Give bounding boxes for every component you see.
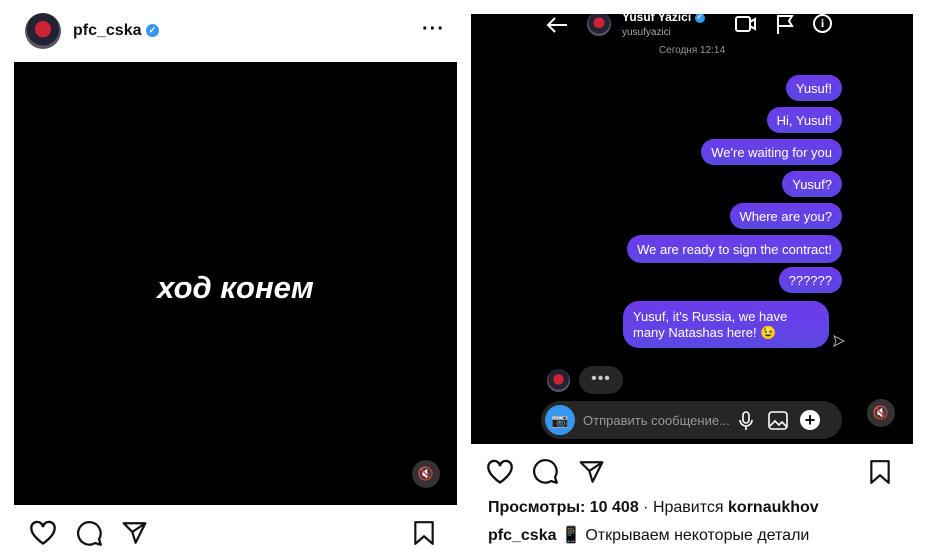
mute-button[interactable]: 🔇: [867, 399, 895, 427]
heart-icon[interactable]: [29, 520, 57, 546]
message-bubble[interactable]: Yusuf!: [785, 75, 842, 101]
gallery-icon[interactable]: [768, 411, 788, 430]
share-icon[interactable]: [121, 520, 148, 546]
message-bubble[interactable]: Yusuf, it's Russia, we have many Natasha…: [623, 301, 829, 348]
comment-icon[interactable]: [532, 458, 559, 485]
post-stats: Просмотры: 10 408 · Нравится kornaukhov: [488, 499, 819, 517]
contact-avatar[interactable]: [587, 14, 611, 36]
post-media[interactable]: ход конем 🔇: [14, 62, 457, 505]
video-call-icon[interactable]: [735, 15, 757, 33]
message-input-bar[interactable]: 📷 Отправить сообщение... +: [541, 401, 842, 439]
message-bubble[interactable]: ??????: [778, 267, 842, 293]
add-icon[interactable]: +: [800, 410, 820, 430]
message-bubble[interactable]: Where are you?: [729, 203, 842, 229]
comment-icon[interactable]: [76, 520, 103, 547]
verified-icon: ✓: [694, 14, 705, 23]
dm-screenshot[interactable]: Yusuf Yazıcı ✓ yusufyazici i Сегодня 12:…: [471, 14, 913, 444]
timestamp: Сегодня 12:14: [658, 45, 726, 56]
more-horizontal-icon[interactable]: ···: [422, 18, 445, 41]
username[interactable]: pfc_cska: [73, 22, 142, 39]
contact-name-text: Yusuf Yazıcı: [622, 14, 692, 24]
message-bubble[interactable]: Yusuf?: [782, 171, 842, 197]
avatar[interactable]: [25, 13, 61, 49]
message-input[interactable]: Отправить сообщение...: [583, 413, 730, 428]
back-arrow-icon[interactable]: [546, 16, 568, 34]
typing-indicator: •••: [579, 366, 623, 394]
info-icon[interactable]: i: [813, 14, 832, 33]
sent-icon: [833, 335, 845, 347]
verified-icon: ✓: [145, 24, 159, 38]
liked-by-user[interactable]: kornaukhov: [728, 499, 819, 516]
phone-emoji: 📱: [560, 527, 581, 544]
caption-username[interactable]: pfc_cska: [488, 527, 557, 544]
share-icon[interactable]: [578, 459, 605, 485]
views-count: Просмотры: 10 408: [488, 499, 639, 516]
typing-avatar: [547, 369, 570, 392]
message-bubble[interactable]: We're waiting for you: [701, 139, 842, 165]
contact-username: yusufyazici: [622, 27, 671, 38]
post-header-user[interactable]: pfc_cska ✓: [73, 22, 159, 40]
bookmark-icon[interactable]: [869, 459, 891, 485]
contact-name[interactable]: Yusuf Yazıcı ✓: [622, 14, 705, 24]
image-text: ход конем: [157, 270, 314, 305]
microphone-icon[interactable]: [739, 411, 753, 431]
caption: pfc_cska 📱 Открываем некоторые детали: [488, 525, 809, 545]
bookmark-icon[interactable]: [413, 520, 435, 546]
mute-button[interactable]: 🔇: [412, 460, 440, 488]
flag-icon[interactable]: [776, 14, 794, 34]
separator: ·: [643, 499, 649, 516]
message-bubble[interactable]: Hi, Yusuf!: [766, 107, 842, 133]
caption-text: Открываем некоторые детали: [585, 527, 810, 544]
liked-prefix: Нравится: [652, 499, 724, 516]
message-bubble[interactable]: We are ready to sign the contract!: [627, 235, 842, 263]
heart-icon[interactable]: [486, 459, 514, 485]
camera-button[interactable]: 📷: [545, 405, 575, 435]
